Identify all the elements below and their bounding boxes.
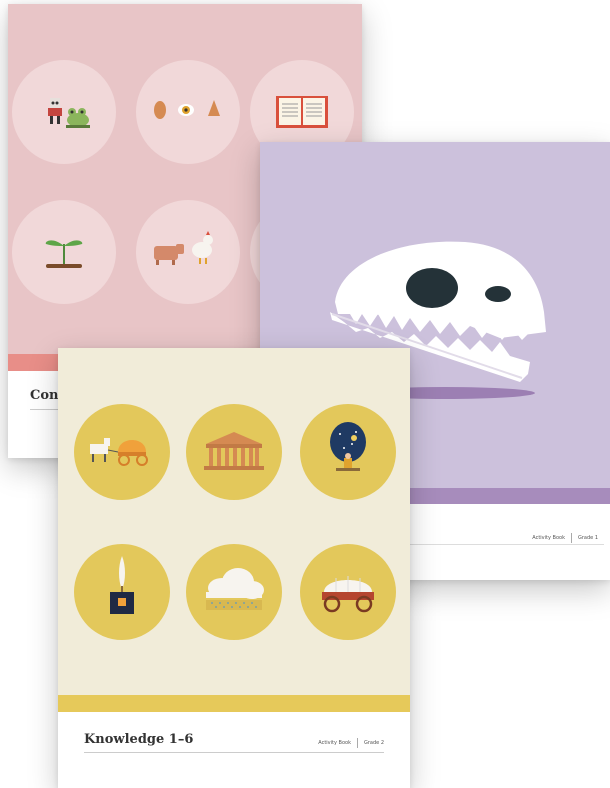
horse-carriage-icon — [90, 438, 148, 466]
book-title: Knowledge 1–6 — [84, 732, 194, 747]
quill-inkwell-icon — [110, 556, 134, 614]
cloud-field-icon — [206, 568, 264, 610]
book-product: Activity Book — [318, 740, 351, 746]
greek-temple-icon — [204, 432, 264, 470]
circle-astronomer — [300, 404, 396, 500]
astronomer-icon — [330, 422, 366, 471]
eye-icon — [178, 104, 194, 116]
frog-icon — [66, 108, 90, 128]
circle-robot-frog — [12, 60, 116, 164]
book-cover-yellow: Knowledge 1–6 Activity Book Grade 2 — [58, 348, 410, 788]
book-meta: Activity Book Grade 1 — [532, 533, 598, 543]
circle-sprout — [12, 200, 116, 304]
meta-divider — [356, 738, 358, 748]
sprout-icon — [45, 240, 83, 268]
ear-icon — [154, 101, 166, 119]
circle-cloud-field — [186, 544, 282, 640]
circle-temple — [186, 404, 282, 500]
circle-farm-animals — [136, 200, 240, 304]
book-grade: Grade 2 — [363, 740, 384, 746]
cover-stripe — [58, 695, 410, 712]
title-underline — [84, 752, 384, 753]
pig-icon — [154, 244, 184, 265]
nose-icon — [208, 100, 220, 116]
chicken-icon — [192, 231, 213, 264]
book-meta: Activity Book Grade 2 — [318, 738, 384, 748]
book-product: Activity Book — [532, 535, 565, 541]
covered-wagon-icon — [322, 576, 374, 613]
circle-covered-wagon — [300, 544, 396, 640]
book-grade: Grade 1 — [577, 535, 598, 541]
circle-horse-carriage — [74, 404, 170, 500]
open-book-icon — [276, 96, 328, 128]
robot-icon — [48, 98, 62, 124]
cover-footer — [58, 712, 410, 788]
book-title: Con — [30, 388, 59, 403]
circle-senses — [136, 60, 240, 164]
meta-divider — [570, 533, 572, 543]
circle-quill — [74, 544, 170, 640]
